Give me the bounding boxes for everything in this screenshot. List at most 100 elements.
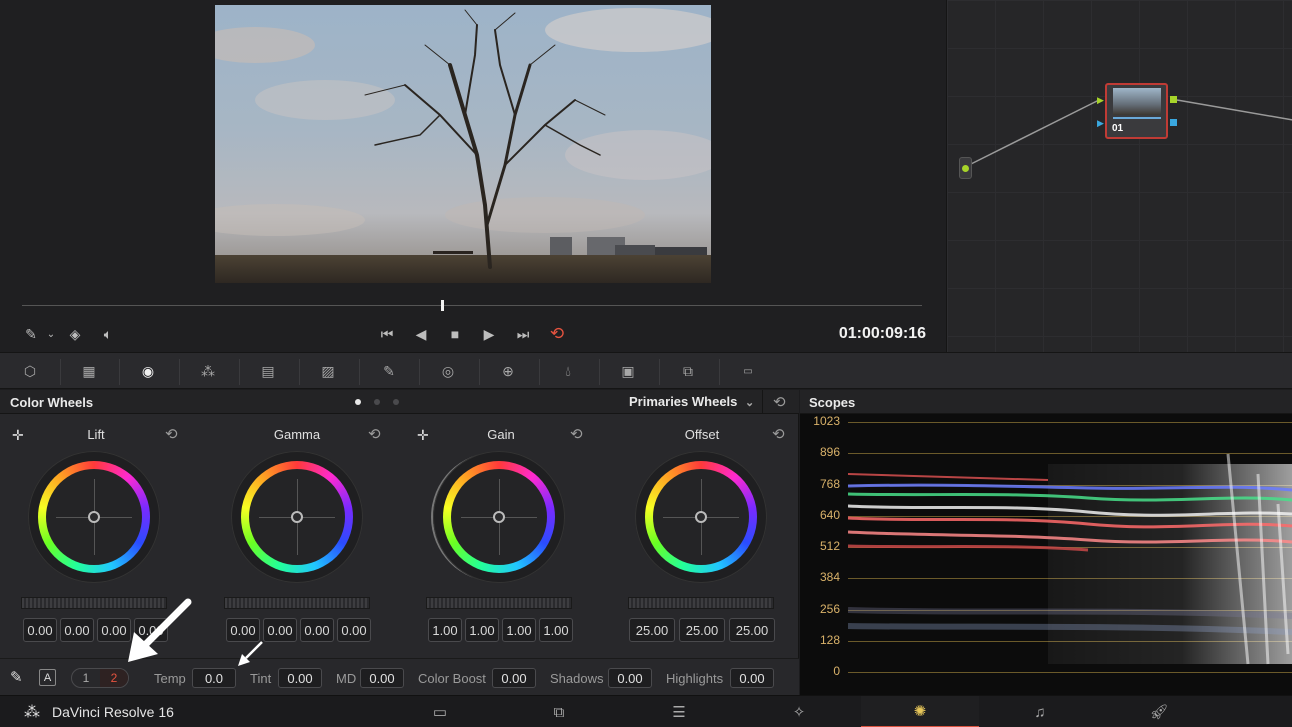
go-to-last-frame-icon[interactable]: ⏭︎	[512, 323, 534, 345]
deliver-page-icon[interactable]: 🚀︎	[1100, 696, 1218, 727]
divider	[179, 359, 180, 385]
gamma-wheel-handle[interactable]	[291, 511, 303, 523]
color-wheels-icon[interactable]: ◉	[136, 361, 160, 381]
page-dot-1[interactable]	[355, 399, 361, 405]
highlights-field[interactable]: 0.00	[730, 668, 774, 688]
offset-wheel-handle[interactable]	[695, 511, 707, 523]
page-dot-2[interactable]	[374, 399, 380, 405]
scopes-title: Scopes	[809, 395, 856, 410]
davinci-resolve-logo-icon: ⁂	[24, 704, 40, 721]
fairlight-page-icon[interactable]: ♫	[981, 696, 1099, 727]
reverse-play-icon[interactable]: ◀	[410, 323, 432, 345]
md-field[interactable]: 0.00	[360, 668, 404, 688]
picker-crosshair-icon[interactable]: ✛	[12, 427, 24, 444]
offset-g-value[interactable]: 25.00	[679, 618, 725, 642]
gain-b-value[interactable]: 1.00	[539, 618, 573, 642]
chevron-down-icon[interactable]: ⌄	[40, 323, 62, 345]
node-label: 01	[1112, 123, 1124, 134]
color-match-icon[interactable]: ▦	[77, 361, 101, 381]
scope-grid-line	[848, 672, 1292, 673]
tint-field[interactable]: 0.00	[278, 668, 322, 688]
dropdown-label: Primaries Wheels	[629, 394, 738, 409]
offset-reset-icon[interactable]: ⟲	[772, 425, 785, 443]
play-icon[interactable]: ▶	[478, 323, 500, 345]
scope-tick-label: 384	[819, 570, 840, 585]
curves-icon[interactable]: ▨	[316, 361, 340, 381]
gain-label: Gain	[487, 427, 515, 442]
primaries-wheels-dropdown[interactable]: Primaries Wheels ⌄	[629, 394, 754, 409]
speaker-icon[interactable]: 🔈︎	[97, 323, 119, 345]
camera-raw-icon[interactable]: ⬡	[18, 361, 42, 381]
input-source-node[interactable]	[959, 157, 972, 179]
eyedropper-tool-icon[interactable]: ✎	[20, 323, 42, 345]
stop-icon[interactable]: ■	[444, 323, 466, 345]
waveform-trace	[848, 453, 1292, 665]
gain-reset-icon[interactable]: ⟲	[570, 425, 583, 443]
md-label: MD	[336, 671, 357, 686]
cut-page-icon[interactable]: ⧉	[500, 696, 618, 727]
page-navigation-bar: ⁂ DaVinci Resolve 16 ▭ ⧉ ☰ ✧ ✺ ♫ 🚀︎	[0, 695, 1292, 727]
qualifier-icon[interactable]: ✎	[377, 361, 401, 381]
media-page-icon[interactable]: ▭	[381, 696, 499, 727]
blur-icon[interactable]: 💧︎	[556, 361, 580, 381]
lift-wheel-handle[interactable]	[88, 511, 100, 523]
lift-r-value[interactable]: 0.00	[60, 618, 94, 642]
page-dot-3[interactable]	[393, 399, 399, 405]
highlights-label: Highlights	[666, 671, 724, 686]
lift-wheel[interactable]	[28, 451, 160, 583]
auto-color-button[interactable]: A	[39, 669, 56, 686]
page-1-button[interactable]: 1	[72, 669, 100, 687]
offset-b-value[interactable]: 25.00	[729, 618, 775, 642]
fusion-page-icon[interactable]: ✧	[740, 696, 858, 727]
gain-master-wheel[interactable]	[426, 597, 572, 609]
lift-y-value[interactable]: 0.00	[23, 618, 57, 642]
gain-y-value[interactable]: 1.00	[428, 618, 462, 642]
gamma-b-value[interactable]: 0.00	[337, 618, 371, 642]
layers-icon[interactable]: ◈	[64, 323, 86, 345]
scope-tick-label: 640	[819, 507, 840, 522]
color-page-icon[interactable]: ✺	[861, 696, 979, 727]
reset-all-icon[interactable]: ⟲	[773, 393, 786, 411]
auto-balance-icon[interactable]: ✎	[10, 668, 23, 686]
color-boost-field[interactable]: 0.00	[492, 668, 536, 688]
scope-tick-label: 768	[819, 476, 840, 491]
offset-label: Offset	[684, 427, 720, 442]
rgb-input-icon: ▶	[1097, 95, 1104, 105]
shadows-field[interactable]: 0.00	[608, 668, 652, 688]
color-ring	[241, 461, 353, 573]
divider	[659, 359, 660, 385]
divider	[239, 359, 240, 385]
node-01[interactable]: 01	[1105, 83, 1168, 139]
key-icon[interactable]: ▣	[616, 361, 640, 381]
scopes-panel: Scopes 1023 896 768 640 512 384 256 128 0	[800, 390, 1292, 695]
gain-g-value[interactable]: 1.00	[502, 618, 536, 642]
picker-crosshair-icon[interactable]: ✛	[417, 427, 429, 444]
stereo-3d-icon[interactable]: ▭	[736, 361, 760, 381]
playhead[interactable]	[441, 300, 445, 311]
gamma-g-value[interactable]: 0.00	[300, 618, 334, 642]
node-editor[interactable]: ▶ ▶ 01	[946, 0, 1292, 352]
gain-wheel[interactable]	[433, 451, 565, 583]
offset-master-wheel[interactable]	[628, 597, 774, 609]
lift-reset-icon[interactable]: ⟲	[165, 425, 178, 443]
viewer-frame-image[interactable]	[215, 5, 711, 283]
gain-r-value[interactable]: 1.00	[465, 618, 499, 642]
gamma-wheel[interactable]	[231, 451, 363, 583]
gamma-reset-icon[interactable]: ⟲	[368, 425, 381, 443]
offset-r-value[interactable]: 25.00	[629, 618, 675, 642]
window-icon[interactable]: ◎	[436, 361, 460, 381]
sizing-icon[interactable]: ⧉	[676, 361, 700, 381]
rgb-mixer-icon[interactable]: ⁂	[196, 361, 220, 381]
tracker-icon[interactable]: ⊕	[496, 361, 520, 381]
edit-page-icon[interactable]: ☰	[620, 696, 738, 727]
key-input-icon: ▶	[1097, 118, 1104, 128]
motion-effects-icon[interactable]: ▤	[256, 361, 280, 381]
gain-wheel-handle[interactable]	[493, 511, 505, 523]
loop-icon[interactable]: ⟲	[546, 323, 568, 345]
divider	[479, 359, 480, 385]
lift-label: Lift	[87, 427, 105, 442]
timecode-display: 01:00:09:16	[838, 325, 926, 342]
offset-wheel[interactable]	[635, 451, 767, 583]
go-to-first-frame-icon[interactable]: ⏮︎	[376, 323, 398, 345]
timeline-scrubber[interactable]	[22, 305, 922, 306]
